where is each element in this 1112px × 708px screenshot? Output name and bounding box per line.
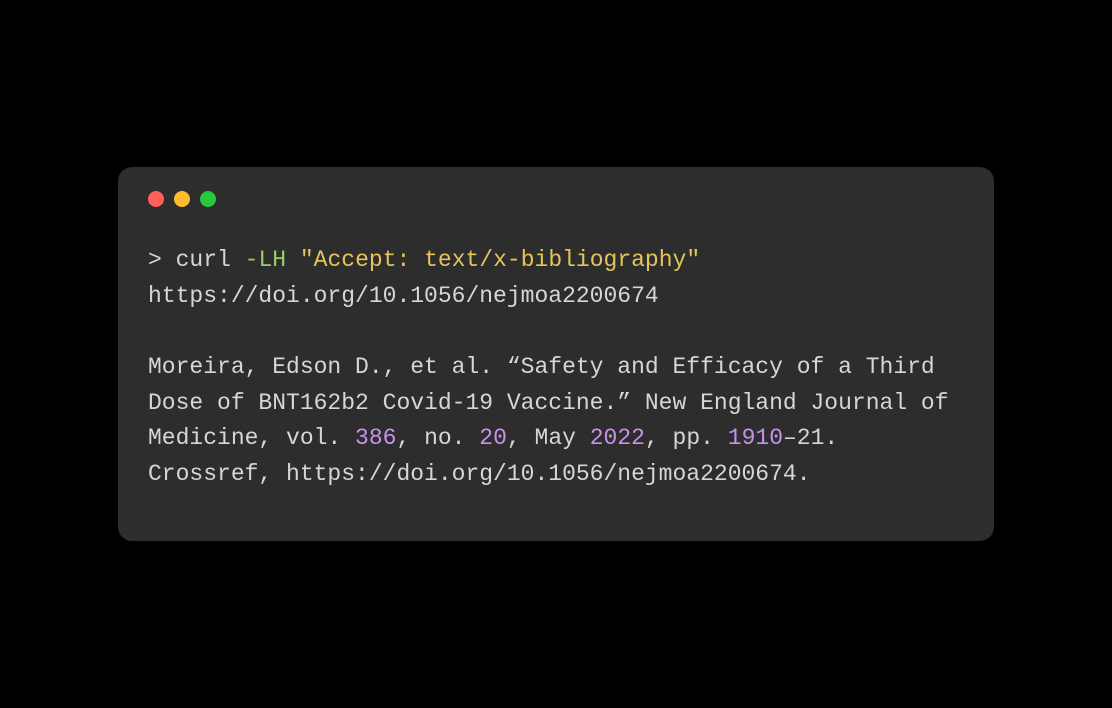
header-argument: "Accept: text/x-bibliography" [300,247,700,273]
output-text-3: , May [507,425,590,451]
command-name: curl [176,247,231,273]
maximize-icon[interactable] [200,191,216,207]
minimize-icon[interactable] [174,191,190,207]
close-icon[interactable] [148,191,164,207]
prompt-symbol: > [148,247,176,273]
terminal-window: > curl -LH "Accept: text/x-bibliography"… [118,167,994,540]
output-text-4: , pp. [645,425,728,451]
output-text-2: , no. [396,425,479,451]
command-url: https://doi.org/10.1056/nejmoa2200674 [148,283,659,309]
year-number: 2022 [590,425,645,451]
command-flag: -LH [245,247,286,273]
volume-number: 386 [355,425,396,451]
page-number: 1910 [728,425,783,451]
issue-number: 20 [479,425,507,451]
traffic-lights [148,191,964,207]
terminal-content[interactable]: > curl -LH "Accept: text/x-bibliography"… [148,243,964,492]
